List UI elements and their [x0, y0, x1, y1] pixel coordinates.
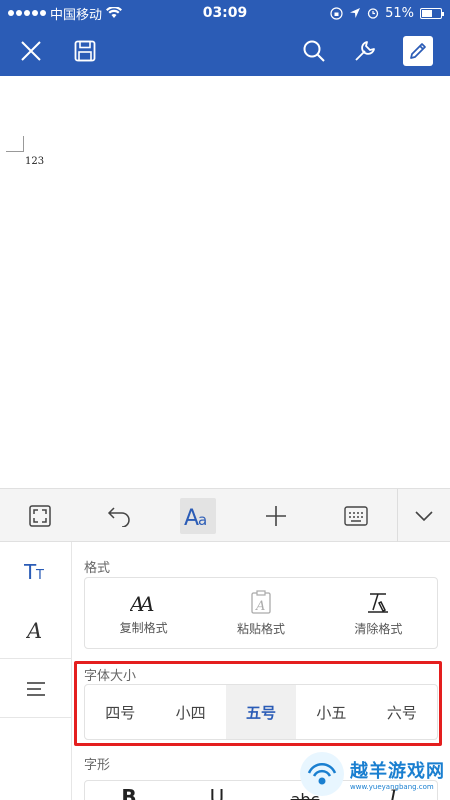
undo-button[interactable] — [94, 489, 144, 543]
clear-format-button[interactable]: 清除格式 — [320, 578, 437, 648]
watermark: 越羊游戏网 www.yueyangbang.com — [300, 748, 450, 800]
fullscreen-button[interactable] — [15, 489, 65, 543]
font-format-icon: Aa — [184, 506, 207, 528]
collapse-ribbon-button[interactable] — [399, 489, 449, 543]
signal-icon — [8, 10, 46, 16]
top-toolbar — [0, 26, 450, 76]
svg-text:T: T — [35, 568, 44, 581]
battery-percent: 51% — [385, 5, 414, 21]
tools-button[interactable] — [340, 26, 390, 76]
pencil-icon — [410, 43, 426, 59]
location-icon — [350, 8, 361, 18]
font-format-button[interactable]: Aa — [173, 489, 223, 543]
copy-format-button[interactable]: AA 复制格式 — [85, 578, 202, 648]
fullscreen-icon — [29, 505, 51, 527]
format-section-title: 格式 — [84, 561, 111, 576]
close-button[interactable] — [6, 26, 56, 76]
search-button[interactable] — [289, 26, 339, 76]
format-ribbon: Aa — [0, 488, 450, 543]
keyboard-button[interactable] — [331, 489, 381, 543]
document-text: 123 — [25, 156, 45, 167]
clear-format-label: 清除格式 — [354, 621, 403, 636]
svg-text:A: A — [184, 506, 199, 528]
close-icon — [21, 41, 41, 61]
copy-format-icon: AA — [130, 592, 154, 613]
wifi-icon — [106, 7, 123, 18]
paste-format-label: 粘贴格式 — [236, 621, 285, 636]
wrench-icon — [355, 41, 375, 61]
document-canvas[interactable]: 123 — [0, 76, 450, 488]
insert-button[interactable] — [251, 489, 301, 543]
watermark-logo-icon — [300, 752, 344, 796]
battery-fill — [422, 9, 433, 17]
search-icon — [303, 40, 325, 62]
page-corner-mark — [6, 136, 24, 152]
font-icon: A — [26, 619, 42, 641]
svg-text:A: A — [255, 599, 265, 614]
undo-icon — [107, 507, 130, 527]
font-style-section-title: 字形 — [84, 758, 111, 773]
bold-button[interactable]: B — [85, 781, 173, 800]
ribbon-divider — [397, 489, 398, 543]
text-style-icon: TT — [24, 561, 44, 581]
save-button[interactable] — [60, 26, 110, 76]
clear-format-icon — [368, 592, 389, 613]
svg-text:A: A — [26, 619, 42, 641]
edit-button-bg — [403, 36, 433, 66]
svg-text:a: a — [198, 511, 207, 528]
carrier-label: 中国移动 — [50, 7, 103, 23]
svg-text:A: A — [138, 592, 154, 613]
watermark-url: www.yueyangbang.com — [350, 783, 434, 791]
paste-format-button[interactable]: A 粘贴格式 — [202, 578, 319, 648]
sidebar-item-font[interactable]: A — [0, 601, 72, 659]
watermark-text: 越羊游戏网 — [350, 761, 445, 782]
paste-format-icon: A — [251, 589, 271, 614]
battery-icon — [420, 7, 444, 19]
edit-button[interactable] — [393, 26, 443, 76]
copy-format-label: 复制格式 — [119, 620, 168, 635]
sidebar-item-paragraph[interactable] — [0, 660, 72, 718]
format-sidebar: TT A — [0, 542, 72, 800]
insert-icon — [266, 506, 286, 526]
clock: 03:09 — [202, 5, 248, 21]
format-card: AA 复制格式 A 粘贴格式 清除格式 — [84, 577, 438, 649]
keyboard-icon — [344, 506, 368, 526]
sidebar-item-text-style[interactable]: TT — [0, 542, 72, 600]
save-icon — [74, 40, 96, 62]
status-bar: 中国移动 03:09 51% — [0, 0, 450, 26]
underline-button[interactable]: U — [173, 781, 261, 800]
alarm-icon — [367, 8, 379, 19]
paragraph-icon — [27, 681, 45, 696]
rotation-lock-icon — [330, 6, 343, 20]
font-format-selected-bg: Aa — [180, 498, 216, 534]
collapse-icon — [415, 511, 433, 522]
annotation-highlight-box — [74, 661, 442, 746]
